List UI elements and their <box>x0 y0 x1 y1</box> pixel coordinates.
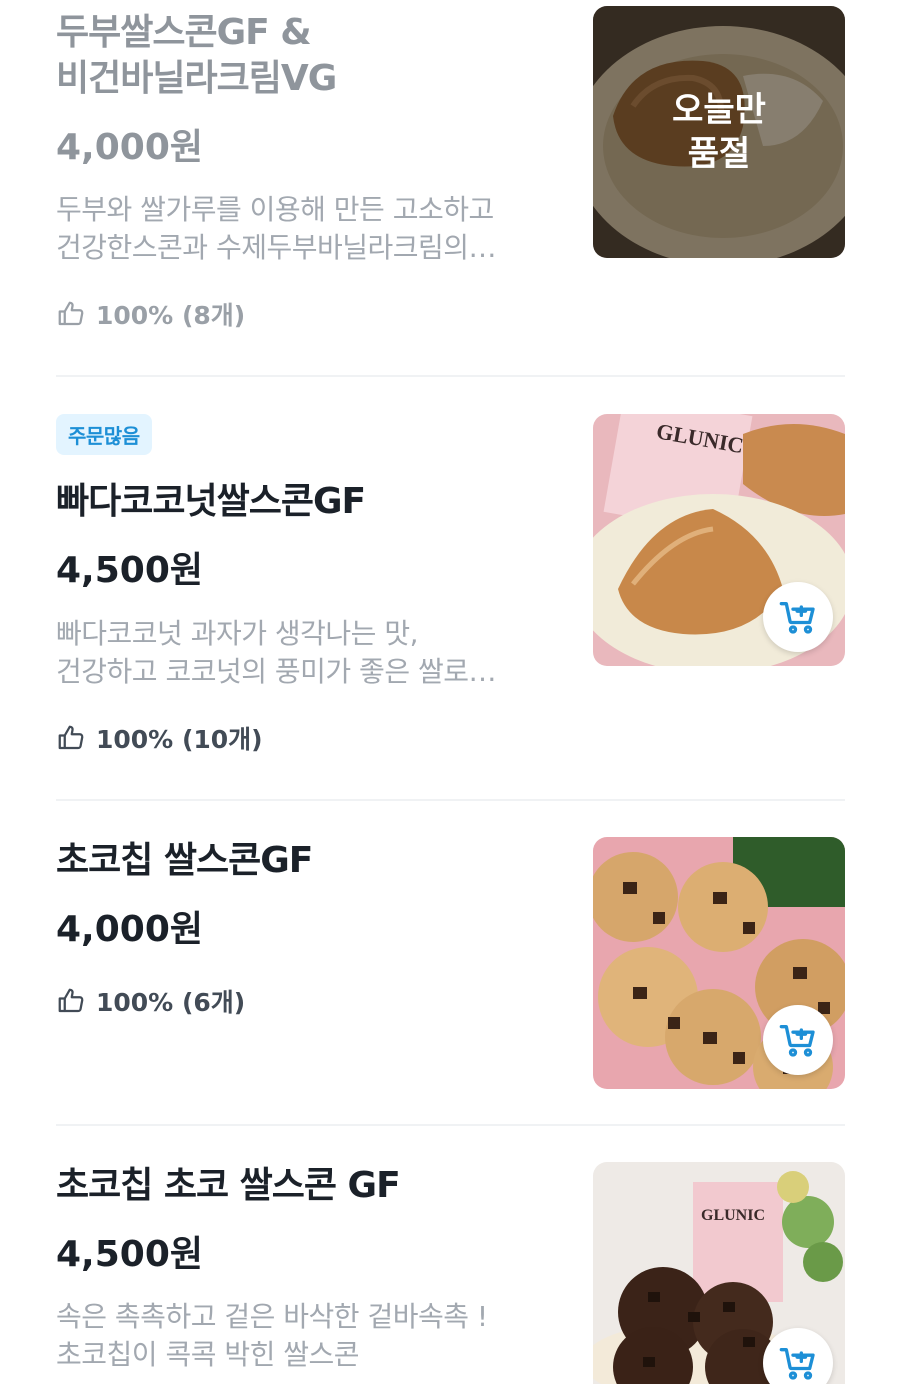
menu-item[interactable]: 주문많음 빠다코코넛쌀스콘GF 4,500원 빠다코코넛 과자가 생각나는 맛,… <box>0 377 899 799</box>
item-price: 4,500원 <box>56 550 203 591</box>
item-description: 두부와 쌀가루를 이용해 만든 고소하고 <box>56 193 494 226</box>
thumbs-up-icon <box>58 725 84 750</box>
sold-out-label: 오늘만 <box>672 90 766 130</box>
item-price: 4,000원 <box>56 127 203 168</box>
item-name: 빠다코코넛쌀스콘GF <box>56 481 366 522</box>
menu-item[interactable]: 초코칩 초코 쌀스콘 GF 4,500원 속은 촉촉하고 겉은 바삭한 겉바속촉… <box>0 1126 899 1384</box>
add-to-cart-button[interactable] <box>763 582 833 652</box>
item-description-line2: 건강하고 코코넛의 풍미가 좋은 쌀로… <box>56 655 497 688</box>
thumbs-up-icon <box>58 301 84 326</box>
item-image[interactable]: GLUNIC <box>593 414 845 666</box>
menu-item[interactable]: 두부쌀스콘GF & 비건바닐라크림VG 4,000원 두부와 쌀가루를 이용해 … <box>0 0 899 376</box>
rating-text: 100% (6개) <box>96 988 246 1017</box>
add-to-cart-button[interactable] <box>763 1005 833 1075</box>
item-rating: 100% (10개) <box>56 720 263 756</box>
item-name: 두부쌀스콘GF & <box>56 12 312 53</box>
item-rating: 100% (8개) <box>56 296 245 332</box>
cart-plus-icon <box>779 602 815 634</box>
thumbs-up-icon <box>58 988 84 1013</box>
cart-plus-icon <box>779 1025 815 1057</box>
sold-out-overlay: 오늘만 품절 <box>593 6 845 258</box>
menu-item[interactable]: 초코칩 쌀스콘GF 4,000원 100% (6개) <box>0 801 899 1124</box>
item-rating: 100% (6개) <box>56 983 245 1019</box>
item-description-line2: 초코칩이 콕콕 박힌 쌀스콘 <box>56 1338 360 1371</box>
cart-plus-icon <box>779 1348 815 1380</box>
item-name: 초코칩 초코 쌀스콘 GF <box>56 1165 401 1206</box>
item-image[interactable]: GLUNIC <box>593 1162 845 1384</box>
svg-text:GLUNIC: GLUNIC <box>701 1207 765 1224</box>
sold-out-label-line2: 품절 <box>687 134 751 174</box>
item-name: 초코칩 쌀스콘GF <box>56 840 313 881</box>
item-description: 속은 촉촉하고 겉은 바삭한 겉바속촉 ! <box>56 1300 488 1333</box>
popular-badge: 주문많음 <box>56 414 152 455</box>
item-price: 4,500원 <box>56 1234 203 1275</box>
rating-text: 100% (8개) <box>96 301 246 330</box>
rating-text: 100% (10개) <box>96 725 263 754</box>
item-description: 빠다코코넛 과자가 생각나는 맛, <box>56 617 418 650</box>
item-image[interactable] <box>593 837 845 1089</box>
item-image[interactable]: 오늘만 품절 <box>593 6 845 258</box>
item-name-line2: 비건바닐라크림VG <box>56 58 337 99</box>
item-price: 4,000원 <box>56 909 203 950</box>
item-description-line2: 건강한스콘과 수제두부바닐라크림의… <box>56 231 497 264</box>
